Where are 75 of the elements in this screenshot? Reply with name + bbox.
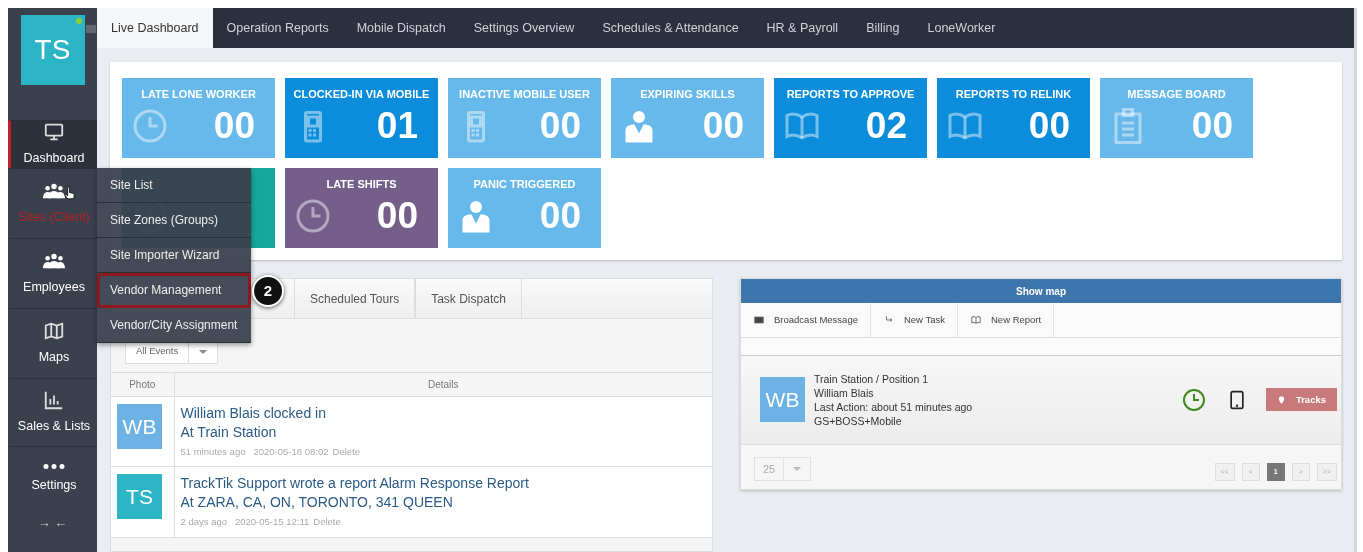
sidebar-label: Sites (Client) <box>18 209 90 227</box>
pin-icon <box>1276 393 1286 406</box>
event-location: At ZARA, CA, ON, TORONTO, 341 QUEEN <box>180 493 454 513</box>
tile-title: LATE LONE WORKER <box>141 87 256 102</box>
tile-title: REPORTS TO APPROVE <box>786 87 915 102</box>
nav-tab[interactable]: Live Dashboard <box>97 8 213 48</box>
menu-item[interactable]: Vendor Management <box>97 273 251 308</box>
tile-title: LATE SHIFTS <box>326 177 397 192</box>
action-button[interactable]: Broadcast Message <box>741 303 871 337</box>
menu-item[interactable]: Site List <box>97 168 251 203</box>
panel-tab[interactable]: Scheduled Tours <box>294 279 416 318</box>
nav-tab[interactable]: Operation Reports <box>212 8 343 48</box>
tile-title: EXPIRING SKILLS <box>640 87 735 102</box>
nav-tab[interactable]: Schedules & Attendance <box>588 8 753 48</box>
sidebar-label: Dashboard <box>23 150 85 168</box>
menu-item[interactable]: Vendor/City Assignment <box>97 308 251 343</box>
tile-title: PANIC TRIGGERED <box>473 177 576 192</box>
action-button[interactable]: New Report <box>958 303 1055 337</box>
action-button[interactable]: New Task <box>870 303 958 337</box>
entry-text: Last Action: about 51 minutes ago <box>814 399 974 414</box>
dots-icon <box>43 462 65 470</box>
entry-text: Train Station / Position 1 <box>814 371 929 386</box>
stat-tile[interactable]: REPORTS TO APPROVE 02 <box>774 78 927 158</box>
tile-count: 01 <box>376 107 418 144</box>
tile-count: 00 <box>1028 107 1070 144</box>
tile-count: 00 <box>376 197 418 234</box>
stat-tile[interactable]: LATE SHIFTS 00 <box>285 168 438 248</box>
stat-tile[interactable]: REPORTS TO RELINK 00 <box>937 78 1090 158</box>
entry-text: William Blais <box>814 385 875 400</box>
sidebar-label: Maps <box>38 349 70 367</box>
tile-title: MESSAGE BOARD <box>1127 87 1226 102</box>
event-time: 2 days ago <box>180 516 227 528</box>
event-date: 2020-05-15 12:11 <box>235 516 310 528</box>
hand-cursor-icon <box>63 184 77 202</box>
sidebar-label: Employees <box>23 279 85 297</box>
tile-title: CLOCKED-IN VIA MOBILE <box>293 87 430 102</box>
sidebar-label: Settings <box>31 476 77 494</box>
menu-item[interactable]: Site Zones (Groups) <box>97 203 251 238</box>
show-map-button[interactable]: Show map <box>741 279 1341 303</box>
entry-text: GS+BOSS+Mobile <box>814 413 903 428</box>
event-title: William Blais clocked in <box>180 404 327 423</box>
sidebar-item[interactable]: Dashboard <box>8 120 97 168</box>
caret-icon <box>199 349 208 354</box>
tile-count: 00 <box>702 107 744 144</box>
menu-icon <box>85 23 97 35</box>
sidebar-label: Sales & Lists <box>17 418 91 436</box>
menu-item[interactable]: Site Importer Wizard <box>97 238 251 273</box>
caret-icon <box>793 466 802 471</box>
event-title: TrackTik Support wrote a report Alarm Response Report <box>180 474 530 494</box>
tile-count: 02 <box>865 107 907 144</box>
book-icon <box>970 314 982 325</box>
event-time: 51 minutes ago <box>180 446 246 457</box>
column-header: Photo <box>111 372 174 397</box>
nav-tab[interactable]: HR & Payroll <box>752 8 853 48</box>
nav-tab[interactable]: Settings Overview <box>459 8 589 48</box>
nav-tab[interactable]: Mobile Dispatch <box>342 8 460 48</box>
tile-count: 00 <box>539 107 581 144</box>
user-avatar: WB <box>760 377 805 423</box>
panel-tab[interactable]: Task Dispatch <box>415 279 522 318</box>
event-date: 2020-05-18 08:02 <box>253 446 329 457</box>
envelope-icon <box>753 314 765 325</box>
tile-count: 00 <box>213 107 255 144</box>
event-location: At Train Station <box>180 423 278 442</box>
column-header: Details <box>174 372 712 397</box>
stat-tile[interactable]: CLOCKED-IN VIA MOBILE 01 <box>285 78 438 158</box>
nav-tab[interactable]: Billing <box>852 8 914 48</box>
nav-tab[interactable]: LoneWorker <box>913 8 1010 48</box>
tile-title: REPORTS TO RELINK <box>955 87 1072 102</box>
collapse-toggle[interactable]: → ← <box>8 510 97 529</box>
tile-count: 00 <box>539 197 581 234</box>
tile-title: INACTIVE MOBILE USER <box>459 87 590 102</box>
user-avatar: TS <box>117 474 162 520</box>
user-avatar: WB <box>117 404 162 449</box>
bar-chart-icon <box>43 389 65 412</box>
tile-count: 00 <box>1191 107 1233 144</box>
